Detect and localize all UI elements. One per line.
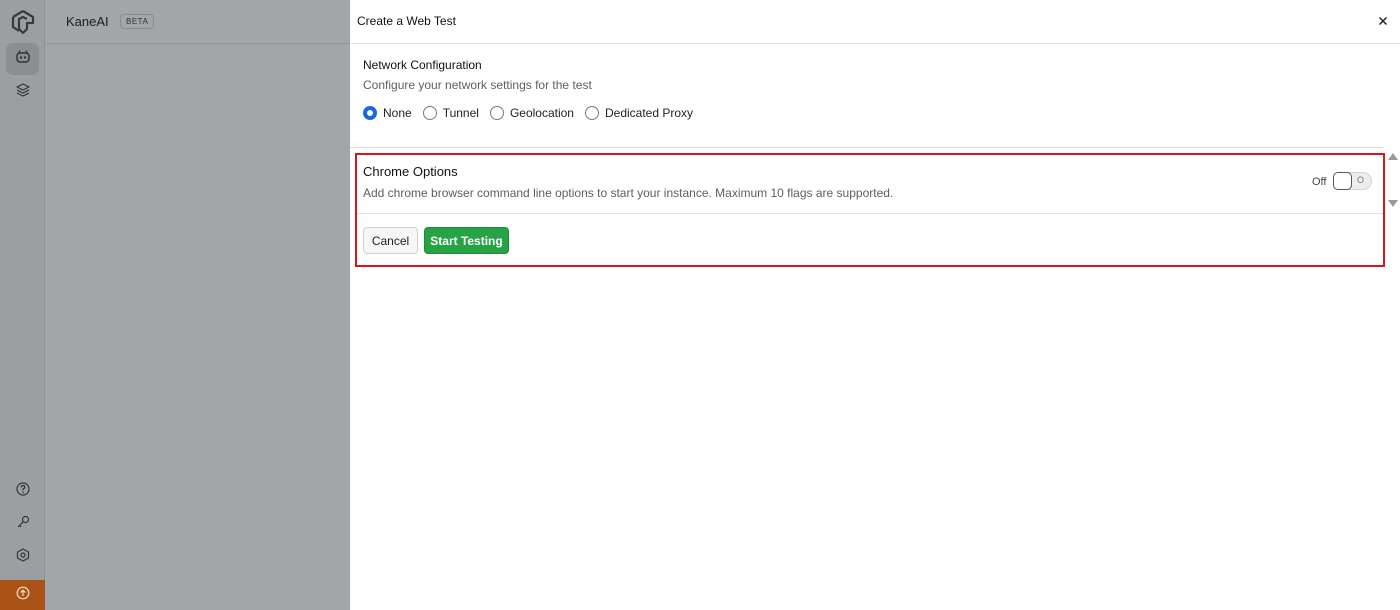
settings-icon [16, 547, 30, 567]
sidebar-item-help[interactable] [6, 475, 39, 507]
radio-none[interactable]: None [363, 106, 412, 120]
key-icon [16, 515, 30, 534]
scroll-up-arrow-icon[interactable] [1388, 153, 1398, 160]
cancel-button[interactable]: Cancel [363, 227, 418, 254]
sidebar-item-keys[interactable] [6, 508, 39, 540]
left-sidebar [0, 0, 45, 610]
top-header: KaneAI BETA [46, 0, 350, 44]
beta-badge: BETA [120, 14, 155, 29]
radio-label: Dedicated Proxy [604, 106, 694, 120]
scroll-down-arrow-icon[interactable] [1388, 200, 1398, 207]
sidebar-item-agent[interactable] [6, 43, 39, 75]
section-divider [357, 213, 1383, 214]
radio-label: None [383, 106, 412, 120]
section-divider [350, 147, 1383, 148]
radio-button[interactable] [422, 106, 437, 120]
brand-name: KaneAI [66, 14, 109, 29]
network-config-subtitle: Configure your network settings for the … [363, 78, 592, 92]
sidebar-item-settings[interactable] [6, 541, 39, 573]
radio-button[interactable] [363, 106, 377, 120]
toggle-off-icon: O [1357, 175, 1365, 185]
chrome-options-toggle[interactable]: O [1333, 172, 1372, 190]
network-radio-group: None Tunnel Geolocation Dedicated Proxy [363, 106, 704, 120]
radio-label: Tunnel [442, 106, 479, 120]
network-config-title: Network Configuration [363, 58, 482, 72]
start-testing-button[interactable]: Start Testing [424, 227, 509, 254]
close-icon[interactable] [1376, 14, 1390, 28]
toggle-knob [1333, 172, 1352, 190]
radio-dedicated-proxy[interactable]: Dedicated Proxy [584, 106, 694, 120]
sidebar-item-projects[interactable] [6, 76, 39, 108]
radio-button[interactable] [489, 106, 504, 120]
bot-icon [15, 49, 31, 70]
chrome-options-section: Chrome Options Add chrome browser comman… [355, 153, 1385, 267]
upgrade-icon [16, 586, 30, 605]
layers-icon [15, 82, 30, 102]
create-web-test-drawer: Create a Web Test Network Configuration … [350, 0, 1400, 610]
radio-tunnel[interactable]: Tunnel [422, 106, 479, 120]
drawer-title: Create a Web Test [357, 14, 456, 28]
app-logo-icon[interactable] [10, 9, 36, 35]
toggle-state-label: Off [1312, 176, 1327, 188]
chrome-options-title: Chrome Options [363, 164, 458, 179]
sidebar-upgrade-button[interactable] [0, 580, 45, 610]
help-icon [15, 481, 30, 501]
chrome-options-description: Add chrome browser command line options … [363, 186, 894, 200]
radio-button[interactable] [584, 106, 599, 120]
drawer-header: Create a Web Test [350, 0, 1400, 44]
radio-label: Geolocation [509, 106, 574, 120]
radio-geolocation[interactable]: Geolocation [489, 106, 574, 120]
